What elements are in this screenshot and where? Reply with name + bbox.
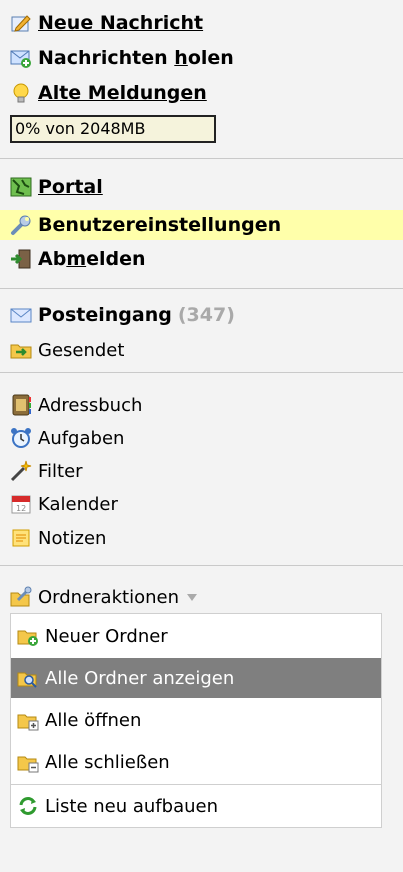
- filter-link[interactable]: Filter: [10, 456, 83, 486]
- new-message-link[interactable]: Neue Nachricht: [10, 8, 203, 38]
- notes-link[interactable]: Notizen: [10, 523, 106, 553]
- open-all-label: Alle öffnen: [45, 709, 142, 731]
- settings-label: Benutzereinstellungen: [38, 214, 282, 236]
- new-folder-item[interactable]: Neuer Ordner: [11, 616, 381, 656]
- svg-text:12: 12: [16, 504, 26, 513]
- envelope-icon: [10, 308, 32, 323]
- fetch-messages-label: Nachrichten holen: [38, 47, 234, 69]
- notes-label: Notizen: [38, 527, 107, 549]
- sent-folder[interactable]: Gesendet: [10, 335, 124, 365]
- sent-label: Gesendet: [38, 339, 125, 361]
- old-alerts-link[interactable]: Alte Meldungen: [10, 78, 207, 108]
- addressbook-icon: [12, 394, 31, 416]
- show-all-folders-item[interactable]: Alle Ordner anzeigen: [11, 658, 381, 698]
- separator: [0, 158, 403, 159]
- chevron-down-icon: [186, 593, 197, 601]
- separator: [0, 565, 403, 566]
- folder-close-icon: [17, 756, 39, 773]
- sent-folder-icon: [10, 344, 32, 359]
- refresh-icon: [19, 797, 37, 815]
- portal-link[interactable]: Portal: [10, 172, 103, 202]
- old-alerts-label: Alte Meldungen: [38, 82, 207, 104]
- open-all-item[interactable]: Alle öffnen: [11, 700, 381, 740]
- new-folder-icon: [17, 630, 38, 646]
- calendar-link[interactable]: 12 Kalender: [10, 489, 118, 519]
- folder-open-icon: [17, 714, 39, 731]
- addressbook-link[interactable]: Adressbuch: [10, 390, 142, 420]
- folder-actions-menu: Neuer Ordner Alle Ordner anzeigen Alle ö…: [10, 613, 382, 828]
- separator: [0, 288, 403, 289]
- inbox-unread-count: (347): [177, 304, 235, 326]
- new-folder-label: Neuer Ordner: [45, 625, 168, 647]
- magic-wand-icon: [10, 460, 32, 482]
- filter-label: Filter: [38, 460, 83, 482]
- new-message-label: Neue Nachricht: [38, 12, 204, 34]
- show-all-folders-label: Alle Ordner anzeigen: [45, 667, 235, 689]
- folder-search-icon: [17, 672, 37, 688]
- tasks-label: Aufgaben: [38, 427, 125, 449]
- calendar-label: Kalender: [38, 493, 118, 515]
- inbox-folder[interactable]: Posteingang (347): [10, 300, 235, 330]
- logout-door-icon: [11, 249, 31, 269]
- quota-meter: 0% von 2048MB: [10, 115, 216, 143]
- notes-icon: [12, 529, 30, 547]
- folder-actions-toggle[interactable]: Ordneraktionen: [10, 582, 197, 612]
- portal-label: Portal: [38, 176, 103, 198]
- settings-link[interactable]: Benutzereinstellungen: [0, 210, 403, 240]
- new-message-icon: [11, 15, 31, 32]
- calendar-icon: 12: [11, 495, 31, 514]
- alarm-clock-icon: [11, 428, 31, 448]
- menu-separator: [11, 784, 381, 785]
- lightbulb-icon: [13, 83, 29, 103]
- close-all-item[interactable]: Alle schließen: [11, 742, 381, 782]
- tasks-link[interactable]: Aufgaben: [10, 423, 124, 453]
- portal-map-icon: [10, 177, 32, 197]
- fetch-messages-link[interactable]: Nachrichten holen: [10, 43, 234, 73]
- rebuild-list-label: Liste neu aufbauen: [45, 795, 218, 817]
- separator: [0, 372, 403, 373]
- addressbook-label: Adressbuch: [38, 394, 143, 416]
- fetch-mail-icon: [10, 50, 31, 68]
- inbox-label: Posteingang: [38, 304, 172, 326]
- folder-wrench-icon: [10, 586, 32, 607]
- rebuild-list-item[interactable]: Liste neu aufbauen: [11, 786, 381, 826]
- wrench-icon: [11, 215, 31, 235]
- logout-link[interactable]: Abmelden: [10, 244, 146, 274]
- logout-label: Abmelden: [38, 248, 146, 270]
- folder-actions-label: Ordneraktionen: [38, 586, 179, 608]
- close-all-label: Alle schließen: [45, 751, 170, 773]
